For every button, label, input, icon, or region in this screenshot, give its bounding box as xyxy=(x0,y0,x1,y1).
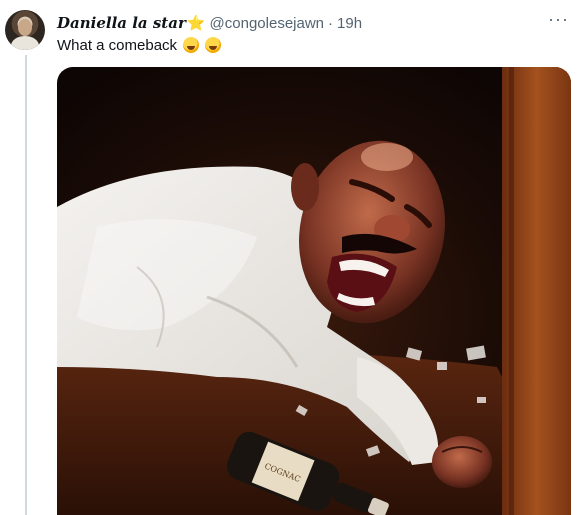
tweet-photo[interactable]: COGNAC xyxy=(57,67,571,515)
avatar-body xyxy=(11,36,39,50)
star-icon: ⭐ xyxy=(186,15,206,32)
separator-dot: · xyxy=(328,14,334,32)
display-name[interactable]: Daniella la star xyxy=(57,14,186,32)
photo-illustration: COGNAC xyxy=(57,67,571,515)
avatar[interactable] xyxy=(5,10,45,50)
user-handle[interactable]: @congolesejawn xyxy=(210,15,324,32)
tweet-text: What a comeback xyxy=(57,36,222,56)
rolling-on-floor-laughing-emoji-icon xyxy=(205,37,222,53)
rolling-on-floor-laughing-emoji-icon xyxy=(183,37,200,53)
more-options-icon[interactable]: ··· xyxy=(548,10,568,32)
tweet-text-content: What a comeback xyxy=(57,37,178,54)
thread-line xyxy=(25,55,27,515)
tweet-header: Daniella la star ⭐ @congolesejawn · 19h xyxy=(57,13,362,33)
tweet[interactable]: Daniella la star ⭐ @congolesejawn · 19h … xyxy=(0,0,582,515)
timestamp[interactable]: 19h xyxy=(337,15,362,32)
avatar-face xyxy=(18,19,32,36)
